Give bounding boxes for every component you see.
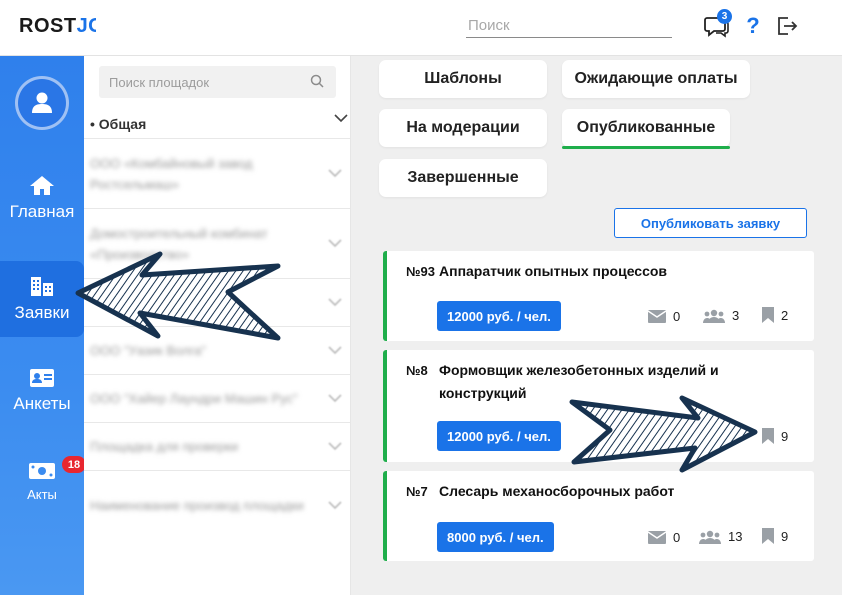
sidebar-item-label: Анкеты xyxy=(13,394,71,413)
people-stat[interactable]: 3 xyxy=(703,308,739,323)
chevron-down-icon[interactable] xyxy=(328,393,342,403)
request-number: №7 xyxy=(406,484,428,499)
list-item[interactable]: Площадка для проверки xyxy=(84,422,350,470)
tab-published[interactable]: Опубликованные xyxy=(562,109,730,149)
tab-completed[interactable]: Завершенные xyxy=(379,159,547,197)
people-count: 13 xyxy=(728,529,743,544)
site-name: ООО "Хайер Лаундри Машин Рус" xyxy=(90,391,298,406)
search-icon[interactable] xyxy=(310,74,324,88)
chat-badge: 3 xyxy=(717,9,732,24)
sidebar-nav: Главная Заявки Анкеты Акты 18 xyxy=(0,56,86,595)
chevron-down-icon[interactable] xyxy=(328,238,342,248)
site-list: ООО «Комбайновый завод Ростсельмаш» Домо… xyxy=(84,138,350,540)
site-group-label: • Общая xyxy=(90,116,147,132)
id-card-icon xyxy=(30,369,54,387)
publish-request-button[interactable]: Опубликовать заявку xyxy=(614,208,807,238)
chevron-down-icon[interactable] xyxy=(328,297,342,307)
request-card[interactable]: №93 Аппаратчик опытных процессов 12000 р… xyxy=(383,251,814,341)
price-badge: 12000 руб. / чел. xyxy=(437,421,561,451)
list-item[interactable]: Домостроительный комбинат «Производство» xyxy=(84,208,350,278)
site-name: ООО "Уазик Волга" xyxy=(90,343,206,358)
money-icon xyxy=(29,463,55,479)
acts-badge: 18 xyxy=(62,456,86,473)
request-title[interactable]: Аппаратчик опытных процессов xyxy=(439,260,667,283)
requests-main: Шаблоны Ожидающие оплаты На модерации Оп… xyxy=(351,56,842,595)
sidebar-item-profiles[interactable]: Анкеты xyxy=(0,368,84,432)
bookmarks-stat[interactable]: 9 xyxy=(762,428,788,444)
global-search-input[interactable] xyxy=(466,14,672,37)
bookmarks-count: 2 xyxy=(781,307,789,323)
tab-awaiting-payment[interactable]: Ожидающие оплаты xyxy=(562,60,750,98)
list-item[interactable]: ООО "Уазик Волга" xyxy=(84,326,350,374)
avatar[interactable] xyxy=(15,76,69,130)
request-title[interactable]: Формовщик железобетонных изделий и конст… xyxy=(439,359,769,405)
messages-stat[interactable]: 0 xyxy=(648,530,680,545)
chevron-down-icon[interactable] xyxy=(328,441,342,451)
list-item[interactable]: ООО «Комбайновый завод Ростсельмаш» xyxy=(84,138,350,208)
sidebar-item-label: Заявки xyxy=(14,303,70,322)
global-search[interactable] xyxy=(466,14,672,38)
app-window: ROSTJO 3 ? Главная Заявки Анкеты xyxy=(0,0,842,595)
help-icon[interactable]: ? xyxy=(739,12,767,40)
top-header: ROSTJO 3 ? xyxy=(0,0,842,56)
chevron-down-icon[interactable] xyxy=(328,168,342,178)
request-card[interactable]: №7 Слесарь механосборочных работ 8000 ру… xyxy=(383,471,814,561)
people-stat[interactable]: 13 xyxy=(699,529,742,544)
mail-icon xyxy=(648,310,666,323)
messages-stat[interactable]: 0 xyxy=(648,309,680,324)
request-card[interactable]: №8 Формовщик железобетонных изделий и ко… xyxy=(383,350,814,462)
chevron-down-icon[interactable] xyxy=(328,500,342,510)
bookmarks-stat[interactable]: 2 xyxy=(762,307,788,323)
buildings-icon xyxy=(31,277,53,296)
bookmark-icon xyxy=(762,528,774,544)
sidebar-item-requests[interactable]: Заявки xyxy=(0,261,84,337)
people-icon xyxy=(699,530,721,544)
chevron-down-icon[interactable] xyxy=(334,114,348,123)
site-name: Площадка для проверки xyxy=(90,439,239,454)
price-badge: 8000 руб. / чел. xyxy=(437,522,554,552)
list-item[interactable] xyxy=(84,278,350,326)
sidebar-item-main[interactable]: Главная xyxy=(0,174,84,238)
logout-icon[interactable] xyxy=(772,12,800,40)
bookmarks-stat[interactable]: 9 xyxy=(762,528,788,544)
people-count: 3 xyxy=(732,308,740,323)
home-icon xyxy=(30,176,54,195)
sites-panel: • Общая ООО «Комбайновый завод Ростсельм… xyxy=(84,56,351,595)
logo: ROSTJO xyxy=(19,15,96,37)
tab-templates[interactable]: Шаблоны xyxy=(379,60,547,98)
site-name: Домостроительный комбинат «Производство» xyxy=(90,225,268,262)
bookmark-icon xyxy=(762,307,774,323)
bookmarks-count: 9 xyxy=(781,528,789,544)
request-number: №93 xyxy=(406,264,435,279)
tab-moderation[interactable]: На модерации xyxy=(379,109,547,147)
mail-icon xyxy=(648,531,666,544)
price-badge: 12000 руб. / чел. xyxy=(437,301,561,331)
messages-count: 0 xyxy=(673,309,681,324)
people-icon xyxy=(703,309,725,323)
list-item[interactable]: ООО "Хайер Лаундри Машин Рус" xyxy=(84,374,350,422)
chevron-down-icon[interactable] xyxy=(328,345,342,355)
sidebar-item-label: Акты xyxy=(27,487,57,502)
request-title[interactable]: Слесарь механосборочных работ xyxy=(439,480,674,503)
messages-count: 0 xyxy=(673,530,681,545)
site-search[interactable] xyxy=(99,66,336,98)
request-number: №8 xyxy=(406,363,428,378)
sidebar-item-label: Главная xyxy=(9,202,75,221)
list-item[interactable]: Наименование производ площадки xyxy=(84,470,350,540)
sidebar-item-acts[interactable]: Акты 18 xyxy=(0,456,86,517)
site-name: ООО «Комбайновый завод Ростсельмаш» xyxy=(90,155,253,192)
bookmarks-count: 9 xyxy=(781,428,789,444)
site-name: Наименование производ площадки xyxy=(90,498,304,513)
site-group-general[interactable]: • Общая xyxy=(90,110,348,138)
site-search-input[interactable] xyxy=(109,66,299,98)
bookmark-icon xyxy=(762,428,774,444)
